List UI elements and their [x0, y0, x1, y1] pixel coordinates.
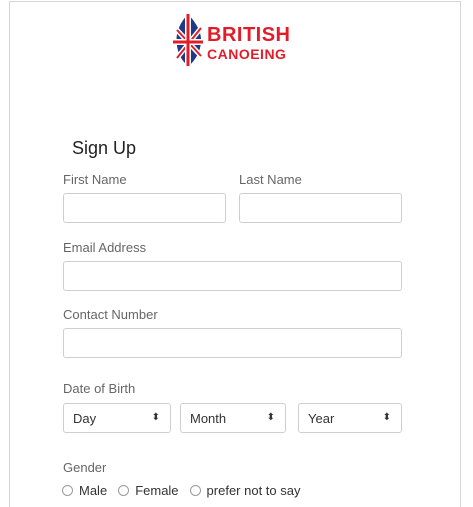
- contact-number-label: Contact Number: [63, 307, 158, 322]
- dob-day-value: Day: [73, 411, 97, 426]
- page-title: Sign Up: [72, 138, 137, 158]
- contact-number-field[interactable]: [63, 328, 402, 358]
- gender-option-label: Male: [79, 483, 108, 498]
- gender-label: Gender: [63, 460, 107, 475]
- radio-button[interactable]: [62, 485, 73, 496]
- signup-card: BRITISH CANOEING Sign Up First Name Last…: [9, 1, 461, 507]
- gender-option-prefer-not[interactable]: prefer not to say: [189, 483, 301, 498]
- gender-option-label: prefer not to say: [206, 483, 301, 498]
- select-arrows-icon: ⬍: [151, 412, 160, 423]
- radio-button[interactable]: [189, 485, 201, 496]
- gender-option-label: Female: [135, 483, 179, 498]
- dob-label: Date of Birth: [63, 381, 136, 396]
- brand-name-line1: BRITISH: [207, 24, 291, 46]
- gender-radio-group: Male Female prefer not to say: [62, 483, 312, 498]
- email-label: Email Address: [63, 240, 147, 255]
- first-name-label: First Name: [63, 172, 127, 187]
- email-field[interactable]: [63, 261, 402, 291]
- dob-year-value: Year: [308, 411, 335, 426]
- union-jack-flame-icon: [173, 14, 203, 66]
- last-name-field[interactable]: [239, 193, 402, 223]
- first-name-field[interactable]: [63, 193, 226, 223]
- gender-option-female[interactable]: Female: [118, 483, 179, 498]
- select-arrows-icon: ⬍: [266, 412, 275, 423]
- dob-month-select[interactable]: Month ⬍: [180, 403, 286, 433]
- dob-month-value: Month: [190, 411, 227, 426]
- brand-name-line2: CANOEING: [207, 46, 287, 62]
- select-arrows-icon: ⬍: [382, 412, 391, 423]
- dob-year-select[interactable]: Year ⬍: [298, 403, 402, 433]
- dob-day-select[interactable]: Day ⬍: [63, 403, 171, 433]
- last-name-label: Last Name: [239, 172, 302, 187]
- radio-button[interactable]: [118, 485, 130, 496]
- british-canoeing-logo: BRITISH CANOEING: [171, 10, 301, 72]
- gender-option-male[interactable]: Male: [62, 483, 107, 498]
